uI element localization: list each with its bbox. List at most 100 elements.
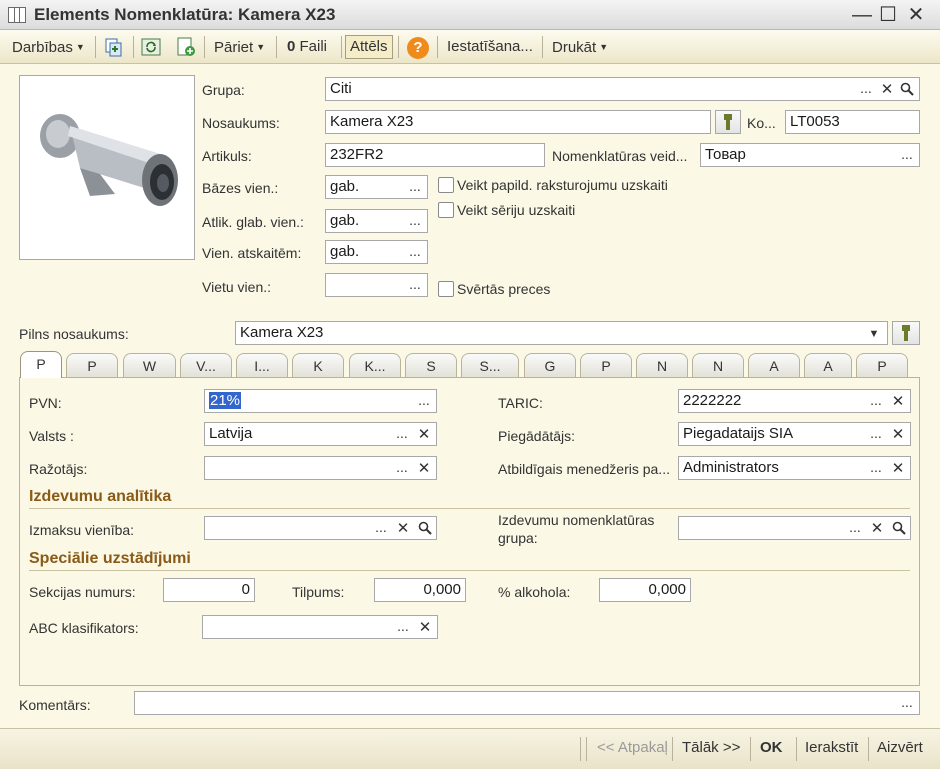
select-button[interactable]: ... — [371, 518, 391, 539]
tab-8[interactable]: S — [405, 353, 457, 378]
stock-unit-label: Atlik. glab. vien.: — [202, 214, 304, 230]
cost-group-field[interactable]: ... ✕ — [678, 516, 911, 540]
name-field[interactable]: Kamera X23 — [325, 110, 711, 134]
tab-11[interactable]: P — [580, 353, 632, 378]
goto-label: Pāriet — [214, 39, 254, 56]
tab-14[interactable]: A — [748, 353, 800, 378]
select-button[interactable]: ... — [866, 424, 886, 445]
select-button[interactable]: ... — [392, 424, 412, 445]
select-button[interactable]: ... — [405, 177, 425, 198]
wrench-icon[interactable] — [892, 321, 920, 345]
supplier-field[interactable]: Piegadataijs SIA ... ✕ — [678, 422, 911, 446]
search-icon[interactable] — [892, 521, 906, 535]
refresh-icon[interactable] — [140, 36, 162, 58]
alcohol-field[interactable]: 0,000 — [599, 578, 691, 602]
select-button[interactable]: ... — [897, 693, 917, 714]
maximize-button[interactable]: ☐ — [876, 3, 900, 27]
tab-12[interactable]: N — [636, 353, 688, 378]
minimize-button[interactable]: — — [850, 3, 874, 27]
section-number-field[interactable]: 0 — [163, 578, 255, 602]
bottom-separator — [750, 737, 751, 761]
tab-13[interactable]: N — [692, 353, 744, 378]
report-unit-field[interactable]: gab. ... — [325, 240, 428, 264]
select-button[interactable]: ... — [866, 458, 886, 479]
weighted-goods-checkbox[interactable] — [438, 281, 454, 297]
clear-icon[interactable]: ✕ — [414, 458, 434, 479]
select-button[interactable]: ... — [414, 391, 434, 412]
fullname-label: Pilns nosaukums: — [19, 326, 129, 342]
tab-6[interactable]: K — [292, 353, 344, 378]
clear-icon[interactable]: ✕ — [414, 424, 434, 445]
select-button[interactable]: ... — [405, 242, 425, 263]
select-button[interactable]: ... — [405, 275, 425, 296]
tab-3[interactable]: W — [123, 353, 176, 378]
comment-field[interactable]: ... — [134, 691, 920, 715]
copy-icon[interactable] — [103, 36, 125, 58]
manager-field[interactable]: Administrators ... ✕ — [678, 456, 911, 480]
toolbar-separator — [133, 36, 134, 58]
base-unit-field[interactable]: gab. ... — [325, 175, 428, 199]
tab-2[interactable]: P — [66, 353, 118, 378]
clear-icon[interactable]: ✕ — [877, 79, 897, 100]
select-button[interactable]: ... — [405, 211, 425, 232]
characteristics-checkbox[interactable] — [438, 177, 454, 193]
settings-button[interactable]: Iestatīšana... — [443, 36, 537, 58]
group-field[interactable]: Citi ... ✕ — [325, 77, 920, 101]
report-unit-label: Vien. atskaitēm: — [202, 245, 302, 261]
code-field[interactable]: LT0053 — [785, 110, 920, 134]
next-button[interactable]: Tālāk >> — [682, 739, 740, 756]
clear-icon[interactable]: ✕ — [888, 458, 908, 479]
actions-menu[interactable]: Darbības ▼ — [8, 36, 89, 58]
taric-field[interactable]: 2222222 ... ✕ — [678, 389, 911, 413]
fullname-field[interactable]: Kamera X23 ▼ — [235, 321, 888, 345]
files-label: Faili — [299, 38, 328, 55]
search-icon[interactable] — [418, 521, 432, 535]
clear-icon[interactable]: ✕ — [393, 518, 413, 539]
producer-field[interactable]: ... ✕ — [204, 456, 437, 480]
vat-field[interactable]: 21% ... — [204, 389, 437, 413]
toolbar-separator — [542, 36, 543, 58]
ok-button[interactable]: OK — [760, 739, 783, 756]
select-button[interactable]: ... — [866, 391, 886, 412]
save-button[interactable]: Ierakstīt — [805, 739, 858, 756]
new-document-icon[interactable] — [175, 36, 197, 58]
abc-field[interactable]: ... ✕ — [202, 615, 438, 639]
clear-icon[interactable]: ✕ — [888, 391, 908, 412]
files-button[interactable]: 0 Faili — [283, 36, 331, 58]
search-icon[interactable] — [900, 82, 914, 96]
tab-5[interactable]: I... — [236, 353, 288, 378]
help-icon[interactable]: ? — [407, 37, 429, 59]
tab-15[interactable]: A — [804, 353, 852, 378]
tab-4[interactable]: V... — [180, 353, 232, 378]
nomenclature-type-field[interactable]: Товар ... — [700, 143, 920, 167]
toolbar-separator — [95, 36, 96, 58]
tab-9[interactable]: S... — [461, 353, 519, 378]
select-button[interactable]: ... — [856, 79, 876, 100]
close-button[interactable]: Aizvērt — [877, 739, 923, 756]
print-menu[interactable]: Drukāt ▼ — [548, 36, 612, 58]
dropdown-arrow-icon[interactable]: ▼ — [864, 323, 884, 344]
tab-7[interactable]: K... — [349, 353, 401, 378]
tab-10[interactable]: G — [524, 353, 576, 378]
image-toggle-button[interactable]: Attēls — [345, 35, 393, 59]
select-button[interactable]: ... — [897, 145, 917, 166]
volume-field[interactable]: 0,000 — [374, 578, 466, 602]
clear-icon[interactable]: ✕ — [888, 424, 908, 445]
select-button[interactable]: ... — [392, 458, 412, 479]
clear-icon[interactable]: ✕ — [867, 518, 887, 539]
series-checkbox[interactable] — [438, 202, 454, 218]
article-field[interactable]: 232FR2 — [325, 143, 545, 167]
place-unit-field[interactable]: ... — [325, 273, 428, 297]
tab-1[interactable]: P — [20, 351, 62, 378]
tab-16[interactable]: P — [856, 353, 908, 378]
cost-unit-field[interactable]: ... ✕ — [204, 516, 437, 540]
back-button[interactable]: << Atpakaļ — [597, 739, 668, 756]
wrench-icon[interactable] — [715, 110, 741, 134]
select-button[interactable]: ... — [845, 518, 865, 539]
country-field[interactable]: Latvija ... ✕ — [204, 422, 437, 446]
close-window-button[interactable]: ✕ — [904, 3, 928, 27]
clear-icon[interactable]: ✕ — [415, 617, 435, 638]
select-button[interactable]: ... — [393, 617, 413, 638]
stock-unit-field[interactable]: gab. ... — [325, 209, 428, 233]
goto-menu[interactable]: Pāriet ▼ — [210, 36, 269, 58]
